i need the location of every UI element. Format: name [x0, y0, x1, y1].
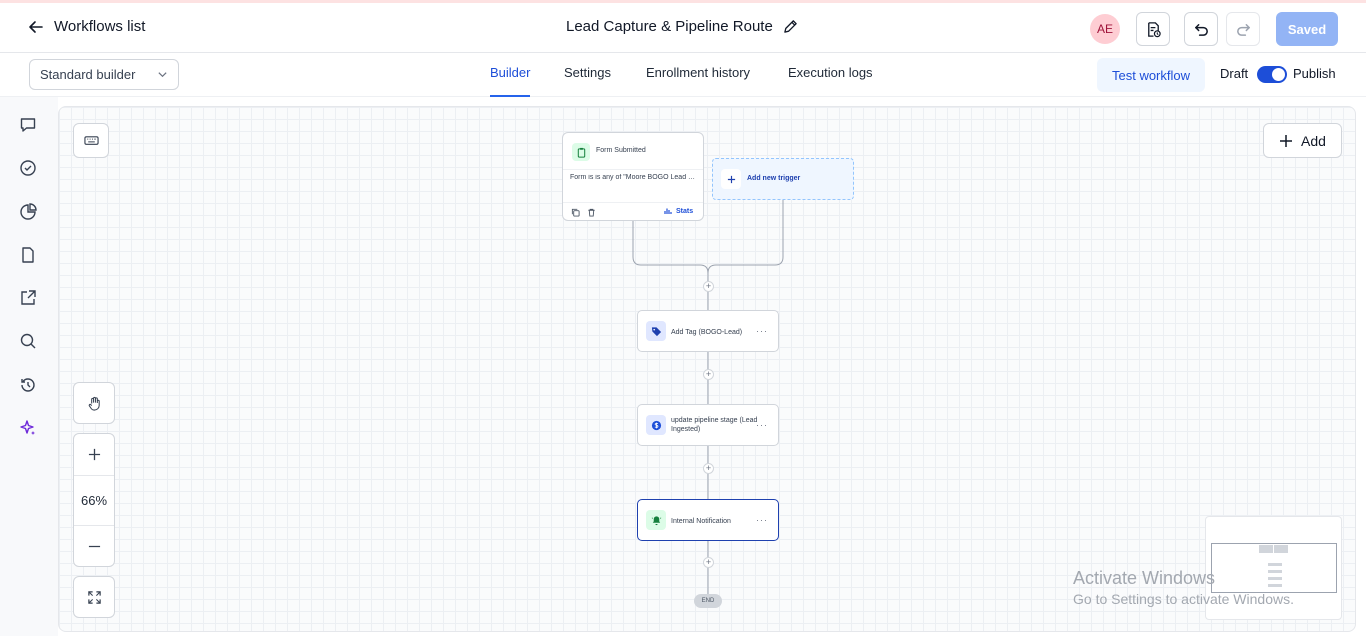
version-history-button[interactable]: [1136, 12, 1170, 46]
zoom-controls: 66%: [73, 433, 115, 567]
step-card-update-pipeline[interactable]: update pipeline stage (Lead Ingested) ··…: [637, 404, 779, 446]
document-clock-icon: [1147, 21, 1161, 37]
divider: [74, 475, 114, 476]
history-icon[interactable]: [19, 376, 39, 396]
saved-button[interactable]: Saved: [1276, 12, 1338, 46]
workflow-canvas[interactable]: Add Form Submitted Form is is any of "Mo…: [58, 106, 1356, 632]
trigger-title: Form Submitted: [596, 147, 646, 154]
workflow-title: Lead Capture & Pipeline Route: [566, 18, 773, 35]
redo-icon: [1236, 23, 1250, 36]
trigger-card-form-submitted[interactable]: Form Submitted Form is is any of "Moore …: [562, 132, 704, 221]
step-label: update pipeline stage (Lead Ingested): [671, 417, 758, 433]
divider: [563, 169, 703, 170]
tab-builder[interactable]: Builder: [490, 65, 531, 97]
sparkle-icon[interactable]: [19, 419, 39, 439]
redo-button[interactable]: [1226, 12, 1260, 46]
check-circle-icon[interactable]: [19, 159, 39, 179]
trigger-description: Form is is any of "Moore BOGO Lead Form": [570, 174, 698, 181]
divider: [563, 202, 703, 203]
more-options-icon[interactable]: ···: [756, 515, 768, 525]
minimap-node: [1259, 545, 1273, 553]
publish-label: Publish: [1293, 66, 1336, 81]
copy-icon[interactable]: [571, 208, 580, 217]
tab-settings[interactable]: Settings: [564, 65, 611, 97]
add-new-trigger-card[interactable]: Add new trigger: [712, 158, 854, 200]
clipboard-icon: [572, 143, 590, 161]
insert-step-button[interactable]: +: [703, 281, 714, 292]
back-to-workflows-link[interactable]: Workflows list: [28, 18, 145, 35]
step-label: Add Tag (BOGO-Lead): [671, 329, 743, 336]
trash-icon[interactable]: [587, 208, 596, 217]
step-card-add-tag[interactable]: Add Tag (BOGO-Lead) ···: [637, 310, 779, 352]
insert-step-button[interactable]: +: [703, 463, 714, 474]
step-label: Internal Notification: [671, 518, 731, 525]
left-tool-rail: [0, 97, 58, 636]
user-avatar[interactable]: AE: [1090, 14, 1120, 44]
undo-icon: [1194, 23, 1208, 36]
arrow-left-icon: [29, 20, 43, 33]
bar-chart-icon: [664, 208, 672, 214]
builder-type-value: Standard builder: [40, 67, 136, 82]
minus-icon: [88, 545, 100, 547]
pie-chart-icon[interactable]: [19, 203, 39, 223]
add-new-trigger-label: Add new trigger: [747, 175, 801, 182]
sub-header: Standard builder Builder Settings Enroll…: [0, 53, 1366, 97]
stats-label: Stats: [676, 207, 694, 215]
tab-enrollment-history[interactable]: Enrollment history: [646, 65, 750, 97]
pan-tool-button[interactable]: [73, 382, 115, 424]
expand-icon: [87, 590, 101, 604]
back-label: Workflows list: [54, 18, 146, 35]
draft-label: Draft: [1220, 66, 1249, 81]
zoom-in-button[interactable]: [74, 434, 114, 475]
chat-icon[interactable]: [19, 116, 39, 136]
tag-icon: [646, 321, 666, 341]
watermark-line-1: Activate Windows: [1073, 568, 1216, 588]
more-options-icon[interactable]: ···: [756, 420, 768, 430]
plus-icon: [88, 448, 100, 461]
step-card-internal-notification[interactable]: Internal Notification ···: [637, 499, 779, 541]
document-icon[interactable]: [19, 246, 39, 266]
zoom-out-button[interactable]: [74, 526, 114, 566]
minimap-node: [1274, 545, 1288, 553]
bell-icon: [646, 510, 666, 530]
dollar-icon: [646, 415, 666, 435]
minimap-node: [1268, 563, 1282, 566]
external-link-icon[interactable]: [19, 289, 39, 309]
fit-view-button[interactable]: [73, 576, 115, 618]
test-workflow-button[interactable]: Test workflow: [1097, 58, 1205, 92]
insert-step-button[interactable]: +: [703, 369, 714, 380]
undo-button[interactable]: [1184, 12, 1218, 46]
builder-type-select[interactable]: Standard builder: [29, 59, 179, 90]
pencil-icon[interactable]: [783, 19, 798, 34]
stats-link[interactable]: Stats: [664, 207, 693, 215]
more-options-icon[interactable]: ···: [756, 326, 768, 336]
zoom-level: 66%: [80, 493, 108, 508]
end-marker: END: [694, 594, 722, 608]
workflow-title-area: Lead Capture & Pipeline Route: [566, 18, 798, 35]
chevron-down-icon: [158, 72, 167, 78]
plus-icon: [721, 169, 741, 189]
watermark-line-2: Go to Settings to activate Windows.: [1073, 591, 1294, 607]
top-header: Workflows list Lead Capture & Pipeline R…: [0, 3, 1366, 53]
search-icon[interactable]: [19, 332, 39, 352]
hand-icon: [88, 396, 100, 411]
windows-activation-watermark: Activate Windows Go to Settings to activ…: [1073, 568, 1294, 607]
publish-toggle[interactable]: [1257, 66, 1287, 83]
insert-step-button[interactable]: +: [703, 557, 714, 568]
tab-execution-logs[interactable]: Execution logs: [788, 65, 873, 97]
